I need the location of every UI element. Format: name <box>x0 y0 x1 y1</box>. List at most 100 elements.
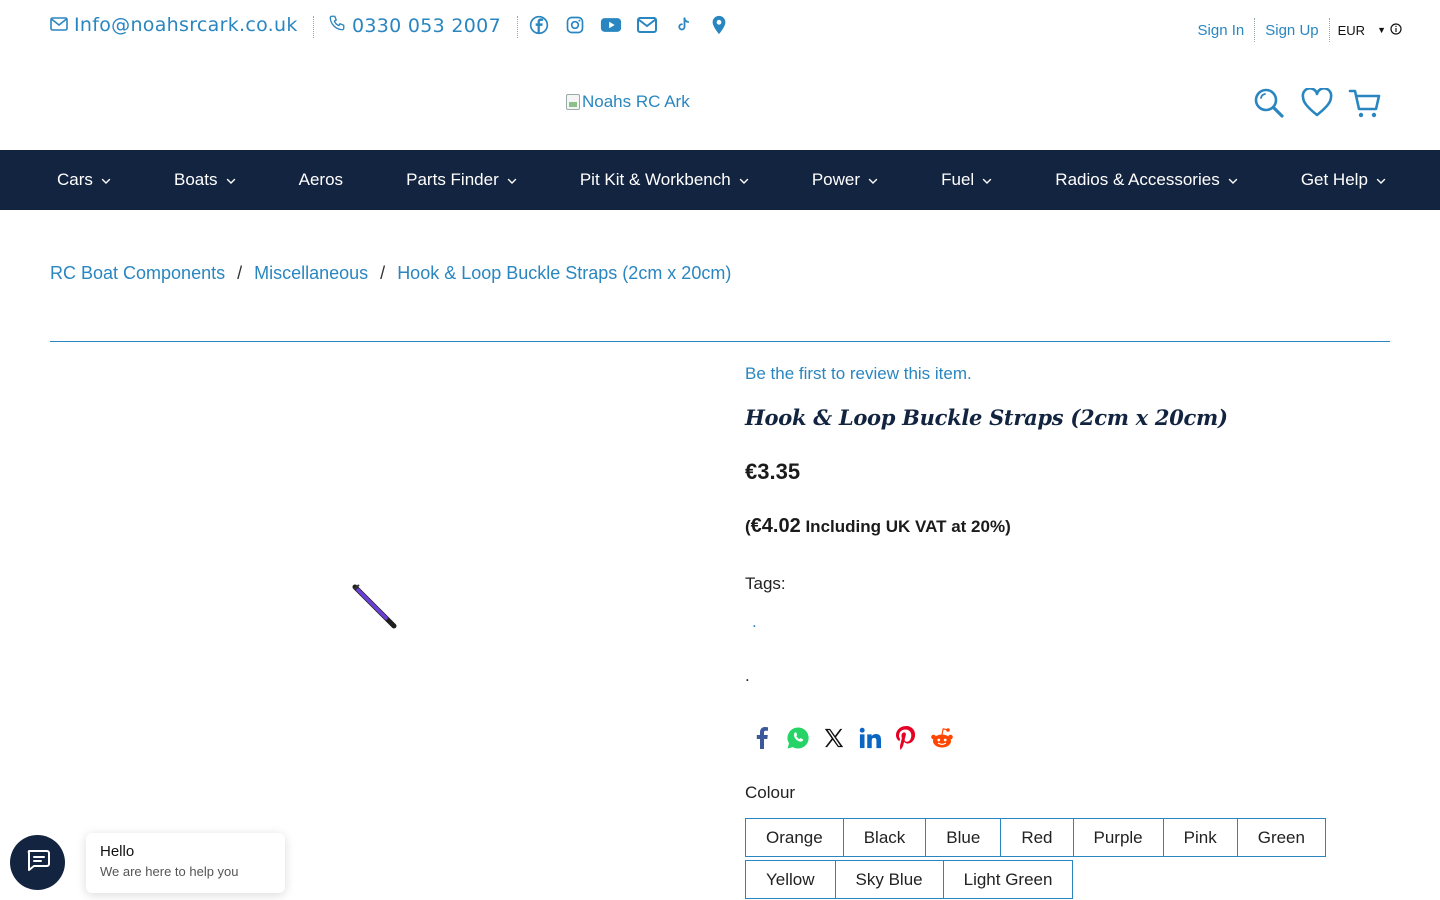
share-links <box>750 724 954 752</box>
divider <box>517 16 518 38</box>
cart-icon[interactable] <box>1348 86 1382 120</box>
phone-icon <box>328 14 346 37</box>
product-description: . <box>745 666 750 685</box>
breadcrumb: RC Boat Components / Miscellaneous / Hoo… <box>50 263 731 284</box>
review-link[interactable]: Be the first to review this item. <box>745 364 972 384</box>
nav-item-label: Pit Kit & Workbench <box>579 170 731 189</box>
youtube-icon[interactable] <box>600 14 622 36</box>
chevron-down-icon <box>1228 170 1238 190</box>
tiktok-icon[interactable] <box>672 14 694 36</box>
divider <box>50 341 1390 342</box>
colour-row: Yellow Sky Blue Light Green <box>745 860 1345 899</box>
currency-value: EUR <box>1337 22 1366 38</box>
colour-option[interactable]: Blue <box>925 818 1002 857</box>
facebook-icon[interactable] <box>750 724 774 752</box>
broken-image-icon <box>566 94 580 110</box>
nav-item[interactable]: Fuel <box>941 170 992 190</box>
chevron-down-icon <box>868 170 878 190</box>
colour-option[interactable]: Light Green <box>942 860 1074 899</box>
chevron-down-icon <box>507 170 517 190</box>
divider <box>313 16 314 38</box>
sign-up-link[interactable]: Sign Up <box>1255 22 1328 39</box>
currency-select[interactable]: EUR ▼ <box>1330 23 1402 38</box>
vat-amount: €4.02 <box>750 515 801 537</box>
colour-option[interactable]: Red <box>1000 818 1074 857</box>
whatsapp-icon[interactable] <box>786 724 810 752</box>
breadcrumb-item[interactable]: Hook & Loop Buckle Straps (2cm x 20cm) <box>397 263 731 284</box>
wishlist-heart-icon[interactable] <box>1300 86 1334 120</box>
chevron-down-icon <box>1376 170 1386 190</box>
nav-item-label: Radios & Accessories <box>1055 170 1220 189</box>
colour-options: Orange Black Blue Red Purple Pink Green Yellow… <box>745 818 1345 900</box>
colour-row: Orange Black Blue Red Purple Pink Green <box>745 818 1345 857</box>
email-link[interactable]: Info@noahsrcark.co.uk <box>50 14 298 36</box>
chat-button[interactable] <box>10 835 65 890</box>
info-icon[interactable] <box>1390 22 1402 38</box>
nav-item[interactable]: Power <box>812 170 878 190</box>
nav-item-label: Cars <box>57 170 93 189</box>
tag-link[interactable]: . <box>752 612 757 632</box>
colour-option[interactable]: Black <box>842 818 927 857</box>
colour-option[interactable]: Orange <box>745 818 844 857</box>
mail-icon <box>50 14 68 36</box>
main-nav: Cars Boats Aeros Parts Finder Pit Kit & Work… <box>0 150 1440 210</box>
colour-option[interactable]: Pink <box>1162 818 1238 857</box>
nav-item[interactable]: Parts Finder <box>406 170 517 190</box>
nav-item[interactable]: Get Help <box>1301 170 1386 190</box>
linkedin-icon[interactable] <box>858 724 882 752</box>
instagram-icon[interactable] <box>564 14 586 36</box>
reddit-icon[interactable] <box>930 724 954 752</box>
product-title: Hook & Loop Buckle Straps (2cm x 20cm) <box>745 405 1228 430</box>
nav-item-label: Get Help <box>1300 170 1368 189</box>
nav-item[interactable]: Aeros <box>299 170 343 190</box>
colour-option[interactable]: Purple <box>1072 818 1164 857</box>
nav-item[interactable]: Cars <box>57 170 111 190</box>
facebook-icon[interactable] <box>528 14 550 36</box>
x-icon[interactable] <box>822 724 846 752</box>
social-links <box>528 14 730 36</box>
tags-label: Tags: <box>745 574 786 593</box>
product-price: €3.35 <box>745 459 801 484</box>
colour-option[interactable]: Yellow <box>745 860 836 899</box>
header-actions <box>1252 86 1382 120</box>
chevron-down-icon <box>739 170 749 190</box>
colour-option[interactable]: Sky Blue <box>834 860 944 899</box>
location-pin-icon[interactable] <box>708 14 730 36</box>
product-image[interactable] <box>350 582 398 630</box>
chat-greeting[interactable]: Hello We are here to help you <box>86 833 285 893</box>
nav-item-label: Parts Finder <box>406 170 499 189</box>
breadcrumb-separator: / <box>380 263 386 283</box>
nav-item-label: Aeros <box>298 170 344 189</box>
nav-item-label: Power <box>811 170 860 189</box>
breadcrumb-item[interactable]: Miscellaneous <box>254 263 368 284</box>
phone-text: 0330 053 2007 <box>352 14 501 37</box>
nav-item[interactable]: Radios & Accessories <box>1055 170 1237 190</box>
mail-icon[interactable] <box>636 14 658 36</box>
nav-item-label: Boats <box>174 170 218 189</box>
chevron-down-icon <box>982 170 992 190</box>
top-bar: Info@noahsrcark.co.uk 0330 053 2007 Sign… <box>0 0 1440 56</box>
colour-label: Colour <box>745 783 796 802</box>
logo-alt-text: Noahs RC Ark <box>582 92 690 111</box>
colour-option[interactable]: Green <box>1236 818 1326 857</box>
vat-label: Including UK VAT at 20%) <box>800 517 1011 536</box>
nav-item[interactable]: Pit Kit & Workbench <box>580 170 749 190</box>
pinterest-icon[interactable] <box>894 724 918 752</box>
site-logo[interactable]: Noahs RC Ark <box>566 92 690 112</box>
vat-price: (€4.02 Including UK VAT at 20%) <box>745 515 1011 538</box>
chevron-down-icon <box>226 170 236 190</box>
caret-down-icon: ▼ <box>1377 25 1386 35</box>
nav-item[interactable]: Boats <box>174 170 235 190</box>
email-text: Info@noahsrcark.co.uk <box>74 14 298 36</box>
phone-link[interactable]: 0330 053 2007 <box>328 14 501 37</box>
chat-title: Hello <box>100 843 135 860</box>
chat-subtitle: We are here to help you <box>100 864 239 879</box>
search-icon[interactable] <box>1252 86 1286 120</box>
chat-icon <box>26 849 50 876</box>
account-links: Sign In Sign Up EUR ▼ <box>1188 18 1402 42</box>
chevron-down-icon <box>101 170 111 190</box>
breadcrumb-item[interactable]: RC Boat Components <box>50 263 225 284</box>
sign-in-link[interactable]: Sign In <box>1188 22 1255 39</box>
breadcrumb-separator: / <box>237 263 243 283</box>
nav-item-label: Fuel <box>941 170 975 189</box>
